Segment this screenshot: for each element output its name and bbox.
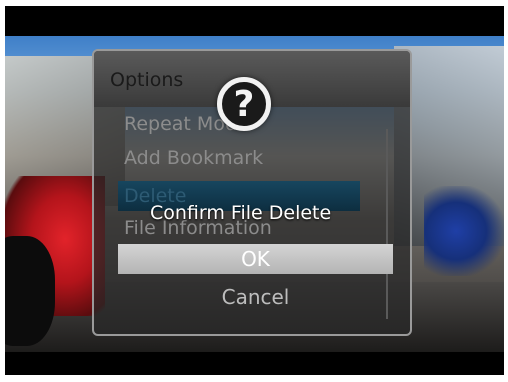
- option-add-bookmark[interactable]: Add Bookmark: [124, 147, 263, 169]
- blue-race-car: [424, 186, 504, 276]
- question-icon: ?: [217, 77, 271, 131]
- confirm-dialog-title: Confirm File Delete: [150, 202, 332, 224]
- options-title: Options: [110, 69, 184, 91]
- race-car-wheel: [5, 236, 55, 346]
- ok-button[interactable]: OK: [118, 244, 393, 274]
- cancel-button[interactable]: Cancel: [118, 282, 393, 312]
- question-icon-glyph: ?: [233, 84, 255, 125]
